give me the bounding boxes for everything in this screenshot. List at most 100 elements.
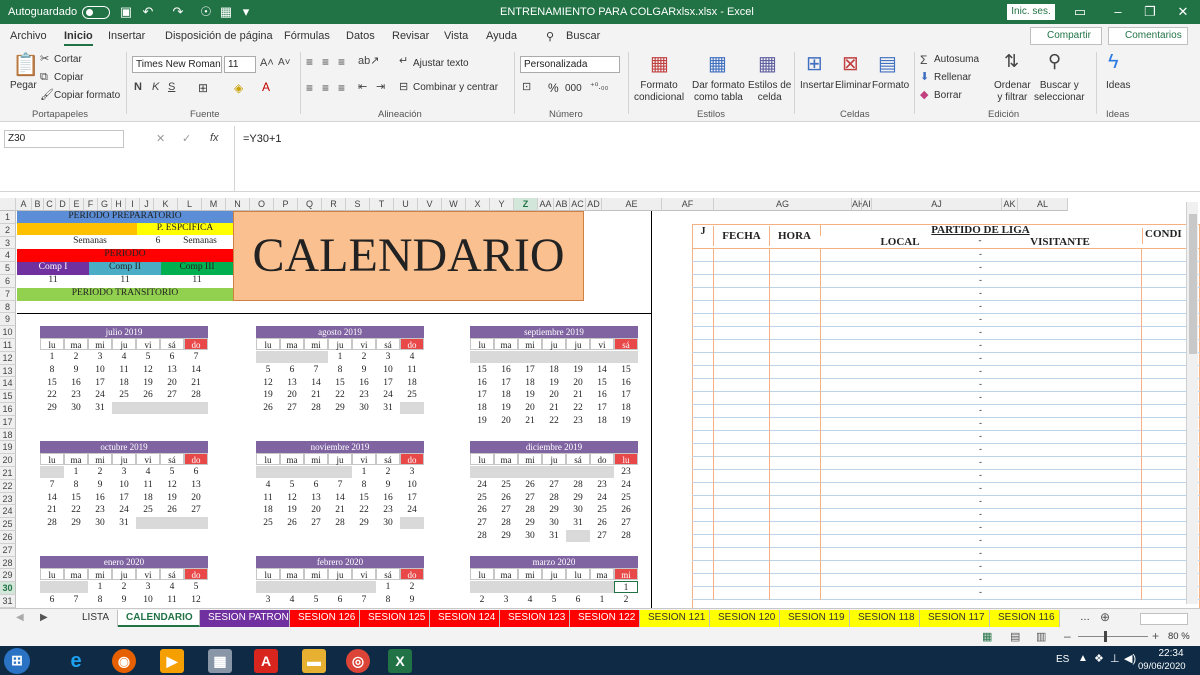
calendar-day[interactable]: 28 <box>542 492 566 504</box>
calendar-day[interactable] <box>160 517 184 530</box>
calendar-day[interactable]: 8 <box>64 479 88 491</box>
row-header-20[interactable]: 20 <box>0 454 16 467</box>
calendar-day[interactable]: 23 <box>88 504 112 516</box>
volume-icon[interactable]: ◀) <box>1124 652 1136 665</box>
close-icon[interactable]: ✕ <box>1175 4 1191 20</box>
column-header-k[interactable]: K <box>154 198 178 211</box>
weekday-header[interactable]: mi <box>518 338 542 350</box>
copy-icon[interactable]: ⧉ <box>40 72 48 83</box>
calendar-day[interactable]: 19 <box>136 377 160 389</box>
league-row[interactable]: - <box>692 353 1200 366</box>
league-partido-header[interactable]: PARTIDO DE LIGA <box>820 224 1140 236</box>
calendar-day[interactable]: 30 <box>566 504 590 516</box>
row-header-5[interactable]: 5 <box>0 262 16 275</box>
calendar-day[interactable] <box>280 581 304 593</box>
sheet-tab[interactable]: SESION 125 <box>360 610 430 627</box>
row-header-15[interactable]: 15 <box>0 390 16 403</box>
calendar-day[interactable]: 24 <box>614 479 638 491</box>
calendar-day[interactable]: 27 <box>518 492 542 504</box>
semanas-left[interactable]: Semanas <box>60 236 120 248</box>
calendar-day[interactable] <box>400 402 424 415</box>
row-header-12[interactable]: 12 <box>0 351 16 365</box>
borders-icon[interactable]: ⊞ <box>198 82 208 94</box>
underline-icon[interactable]: S <box>168 82 175 93</box>
calendar-day[interactable] <box>328 581 352 593</box>
redo-icon[interactable]: ↷ <box>170 4 186 20</box>
calendar-day[interactable]: 18 <box>112 377 136 389</box>
weekday-header[interactable]: ma <box>280 568 304 580</box>
calendar-day[interactable]: 13 <box>184 479 208 491</box>
weekday-header[interactable]: mi <box>304 568 328 580</box>
weekday-header[interactable]: do <box>184 453 208 465</box>
calendar-day[interactable]: 16 <box>590 389 614 401</box>
calendar-day[interactable] <box>494 581 518 593</box>
calendar-day[interactable]: 9 <box>88 479 112 491</box>
calendar-day[interactable]: 19 <box>256 389 280 401</box>
tab-formulas[interactable]: Fórmulas <box>284 30 330 42</box>
column-header-ad[interactable]: AD <box>586 198 602 211</box>
weekday-header[interactable]: mi <box>304 453 328 465</box>
calendar-day[interactable]: 16 <box>614 377 638 389</box>
calendar-day[interactable]: 28 <box>614 530 638 542</box>
calendar-day[interactable]: 28 <box>518 504 542 516</box>
weekday-header[interactable]: vi <box>136 568 160 580</box>
wrap-text-icon[interactable]: ↵ <box>399 56 408 67</box>
clear-icon[interactable]: ◆ <box>920 90 928 101</box>
calendar-day[interactable]: 17 <box>400 492 424 504</box>
calendar-day[interactable]: 21 <box>304 389 328 401</box>
calendar-day[interactable] <box>112 402 136 415</box>
calendar-day[interactable]: 21 <box>328 504 352 516</box>
row-header-21[interactable]: 21 <box>0 467 16 480</box>
calendar-day[interactable]: 5 <box>304 594 328 606</box>
fill-icon[interactable]: ⬇ <box>920 72 929 83</box>
weekday-header[interactable]: do <box>400 453 424 465</box>
tab-disposicion[interactable]: Disposición de página <box>165 30 273 42</box>
calendar-day[interactable]: 4 <box>112 351 136 363</box>
calendar-day[interactable]: 8 <box>376 594 400 606</box>
ideas-button[interactable]: Ideas <box>1106 80 1130 91</box>
league-row[interactable]: - <box>692 561 1200 574</box>
calendar-day[interactable]: 14 <box>590 364 614 376</box>
calendar-day[interactable]: 8 <box>88 594 112 606</box>
weekday-header[interactable]: mi <box>88 453 112 465</box>
weekday-header[interactable]: ju <box>112 338 136 350</box>
weekday-header[interactable]: ju <box>542 453 566 465</box>
page-break-icon[interactable]: ▥ <box>1036 630 1046 643</box>
league-row[interactable]: - <box>692 470 1200 483</box>
fill-color-icon[interactable]: ◈ <box>234 82 243 94</box>
weekday-header[interactable]: lu <box>566 568 590 580</box>
calendar-day[interactable]: 11 <box>256 492 280 504</box>
calendar-day[interactable]: 18 <box>614 402 638 414</box>
column-header-e[interactable]: E <box>70 198 84 211</box>
row-header-10[interactable]: 10 <box>0 326 16 339</box>
calendar-day[interactable]: 29 <box>542 504 566 516</box>
calendar-day[interactable]: 4 <box>518 594 542 606</box>
chrome-icon[interactable]: ◎ <box>346 649 370 673</box>
calendar-day[interactable]: 17 <box>470 389 494 401</box>
weekday-header[interactable]: lu <box>256 453 280 465</box>
calendar-day[interactable]: 6 <box>40 594 64 606</box>
copy-format-button[interactable]: Copiar formato <box>54 90 120 101</box>
indent-decrease-icon[interactable]: ⇤ <box>358 82 367 93</box>
weekday-header[interactable]: ju <box>328 338 352 350</box>
share-button[interactable]: Compartir <box>1030 27 1102 45</box>
calendar-day[interactable]: 22 <box>566 402 590 414</box>
media-player-icon[interactable]: ▶ <box>160 649 184 673</box>
tab-archivo[interactable]: Archivo <box>10 30 47 42</box>
save-icon[interactable]: ▣ <box>118 4 134 20</box>
calendar-day[interactable]: 30 <box>542 517 566 529</box>
calendar-day[interactable] <box>542 466 566 478</box>
calendar-day[interactable]: 11 <box>136 479 160 491</box>
calendar-day[interactable]: 12 <box>256 377 280 389</box>
league-row[interactable]: - <box>692 444 1200 457</box>
league-row[interactable]: - <box>692 431 1200 444</box>
row-header-27[interactable]: 27 <box>0 543 16 557</box>
thousands-button[interactable]: 000 <box>565 83 582 94</box>
league-row[interactable]: - <box>692 548 1200 561</box>
autosum-icon[interactable]: Σ <box>920 54 927 66</box>
restore-icon[interactable]: ❐ <box>1142 4 1158 20</box>
calendar-day[interactable]: 17 <box>518 364 542 376</box>
calendar-day[interactable]: 3 <box>256 594 280 606</box>
weekday-header[interactable]: sá <box>160 568 184 580</box>
cond-format-icon[interactable]: ▦ <box>650 54 669 74</box>
